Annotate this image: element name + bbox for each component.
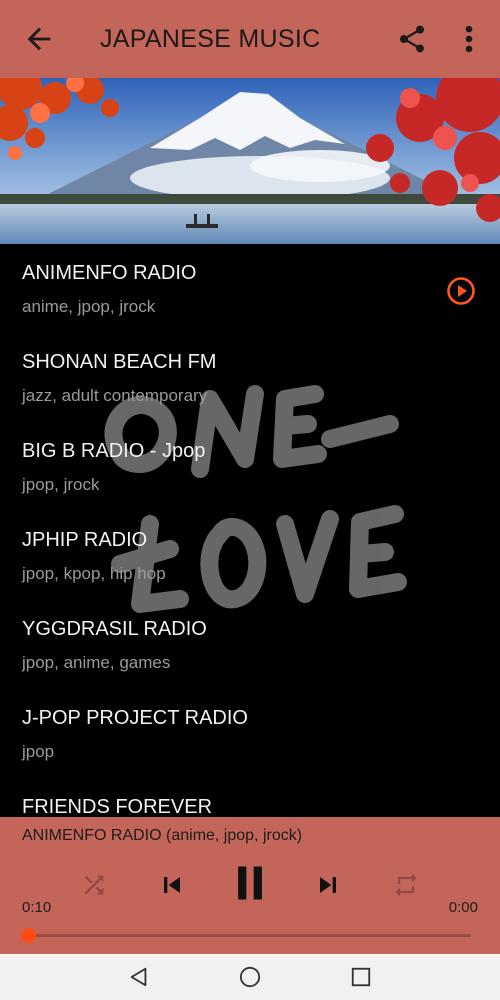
arrow-back-icon[interactable]: [22, 22, 56, 56]
total-time: 0:00: [448, 899, 478, 916]
list-item[interactable]: J-POP PROJECT RADIO jpop: [0, 689, 500, 778]
elapsed-time: 0:10: [22, 899, 52, 916]
station-tags: jpop: [22, 742, 55, 761]
station-tags: jazz, adult contemporary: [22, 386, 208, 405]
station-tags: anime, jpop, jrock: [22, 297, 156, 316]
more-vert-icon[interactable]: [458, 22, 480, 56]
repeat-icon[interactable]: [392, 871, 420, 899]
nav-recents-icon[interactable]: [350, 966, 372, 988]
share-icon[interactable]: [396, 22, 428, 56]
pause-icon[interactable]: [228, 861, 272, 905]
mount-fuji-banner-image: [0, 78, 500, 244]
player-panel: ANIMENFO RADIO (anime, jpop, jrock) 0:10…: [0, 817, 500, 954]
station-name: BIG B RADIO - Jpop: [22, 440, 206, 462]
station-name: YGGDRASIL RADIO: [22, 618, 207, 640]
app-bar: JAPANESE MUSIC: [0, 0, 500, 78]
nav-back-icon[interactable]: [128, 966, 150, 988]
page-title: JAPANESE MUSIC: [100, 25, 321, 53]
shuffle-icon[interactable]: [80, 871, 108, 899]
now-playing-label: ANIMENFO RADIO (anime, jpop, jrock): [22, 827, 303, 844]
skip-previous-icon[interactable]: [156, 869, 188, 901]
list-item[interactable]: FRIENDS FOREVER: [0, 778, 500, 817]
system-nav-bar: [0, 954, 500, 1000]
list-item[interactable]: ANIMENFO RADIO anime, jpop, jrock: [0, 244, 500, 333]
station-tags: jpop, jrock: [22, 475, 100, 494]
seek-bar[interactable]: [28, 934, 471, 937]
nav-home-icon[interactable]: [239, 966, 261, 988]
play-circle-icon[interactable]: [446, 276, 476, 306]
station-name: ANIMENFO RADIO: [22, 262, 197, 284]
list-item[interactable]: SHONAN BEACH FM jazz, adult contemporary: [0, 333, 500, 422]
station-list[interactable]: ANIMENFO RADIO anime, jpop, jrock SHONAN…: [0, 244, 500, 817]
seek-thumb[interactable]: [21, 928, 36, 943]
list-item[interactable]: YGGDRASIL RADIO jpop, anime, games: [0, 600, 500, 689]
station-tags: jpop, anime, games: [22, 653, 171, 672]
station-tags: jpop, kpop, hip hop: [22, 564, 166, 583]
list-item[interactable]: BIG B RADIO - Jpop jpop, jrock: [0, 422, 500, 511]
station-name: SHONAN BEACH FM: [22, 351, 217, 373]
station-name: J-POP PROJECT RADIO: [22, 707, 248, 729]
skip-next-icon[interactable]: [312, 869, 344, 901]
station-name: JPHIP RADIO: [22, 529, 148, 551]
list-item[interactable]: JPHIP RADIO jpop, kpop, hip hop: [0, 511, 500, 600]
station-name: FRIENDS FOREVER: [22, 796, 213, 817]
